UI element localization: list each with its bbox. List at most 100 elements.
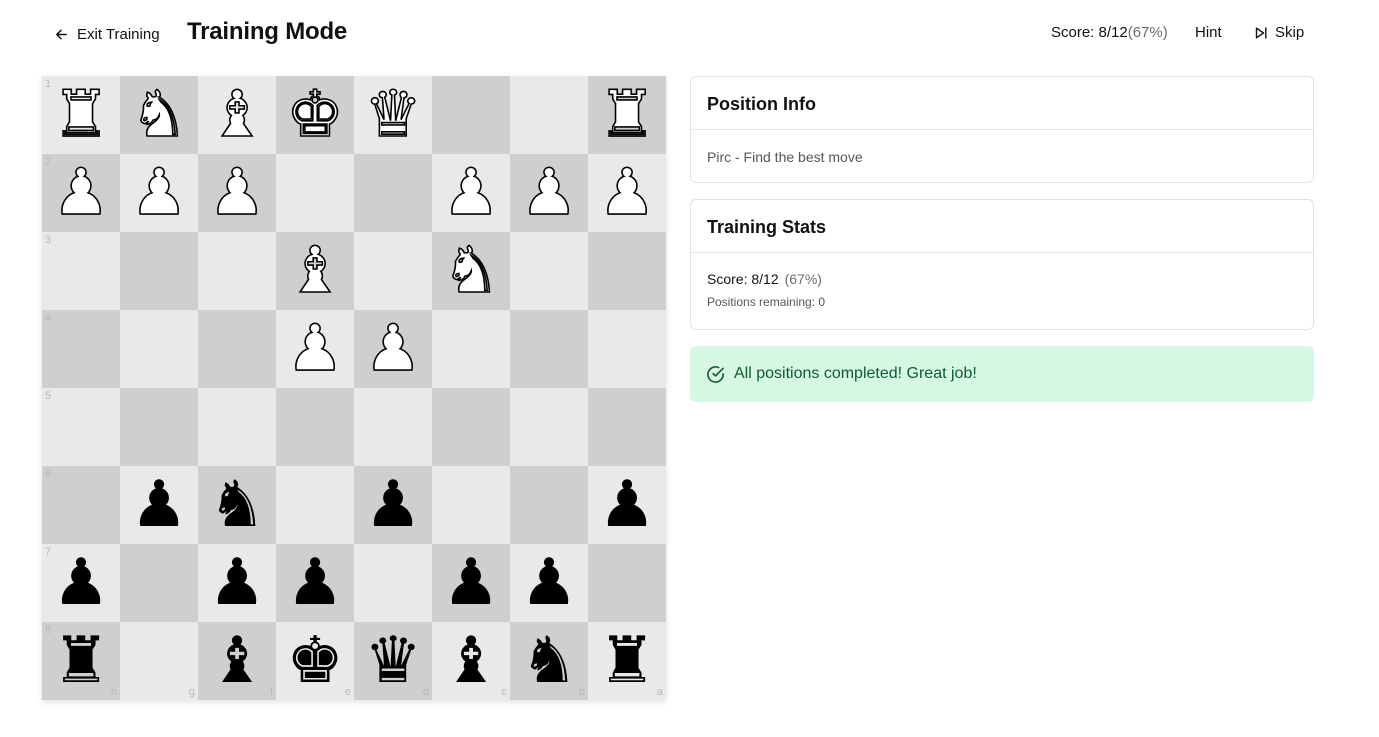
board-square[interactable]: 3 [42, 232, 120, 310]
white-queen-piece[interactable]: ♛ [354, 76, 432, 154]
board-square[interactable]: ♜ [588, 76, 666, 154]
board-square[interactable] [432, 310, 510, 388]
board-square[interactable]: d ♛ [354, 622, 432, 700]
black-pawn-piece[interactable]: ♟ [588, 466, 666, 544]
board-square[interactable]: 8 h ♜ [42, 622, 120, 700]
board-square[interactable] [354, 232, 432, 310]
board-square[interactable] [510, 232, 588, 310]
board-square[interactable] [588, 544, 666, 622]
board-square[interactable]: 4 [42, 310, 120, 388]
board-square[interactable]: ♟ [198, 154, 276, 232]
board-square[interactable]: ♟ [432, 154, 510, 232]
skip-button[interactable]: Skip [1254, 24, 1304, 41]
board-square[interactable] [432, 388, 510, 466]
board-square[interactable]: 7 ♟ [42, 544, 120, 622]
board-square[interactable] [276, 466, 354, 544]
white-bishop-piece[interactable]: ♝ [276, 232, 354, 310]
board-square[interactable]: ♟ [588, 154, 666, 232]
board-square[interactable] [510, 388, 588, 466]
board-square[interactable]: ♟ [120, 466, 198, 544]
white-rook-piece[interactable]: ♜ [588, 76, 666, 154]
board-square[interactable]: 2 ♟ [42, 154, 120, 232]
black-king-piece[interactable]: ♚ [276, 622, 354, 700]
board-square[interactable] [510, 76, 588, 154]
board-square[interactable] [276, 154, 354, 232]
white-pawn-piece[interactable]: ♟ [510, 154, 588, 232]
board-square[interactable]: ♟ [120, 154, 198, 232]
white-pawn-piece[interactable]: ♟ [276, 310, 354, 388]
board-square[interactable]: ♞ [120, 76, 198, 154]
board-square[interactable]: a ♜ [588, 622, 666, 700]
black-pawn-piece[interactable]: ♟ [354, 466, 432, 544]
board-square[interactable] [510, 310, 588, 388]
board-square[interactable]: ♟ [198, 544, 276, 622]
black-pawn-piece[interactable]: ♟ [510, 544, 588, 622]
board-square[interactable] [588, 232, 666, 310]
black-queen-piece[interactable]: ♛ [354, 622, 432, 700]
board-square[interactable]: c ♝ [432, 622, 510, 700]
board-square[interactable] [120, 388, 198, 466]
board-square[interactable] [276, 388, 354, 466]
white-pawn-piece[interactable]: ♟ [432, 154, 510, 232]
board-square[interactable] [354, 544, 432, 622]
white-rook-piece[interactable]: ♜ [42, 76, 120, 154]
board-square[interactable]: ♛ [354, 76, 432, 154]
board-square[interactable] [120, 232, 198, 310]
board-square[interactable]: ♟ [432, 544, 510, 622]
board-square[interactable]: g [120, 622, 198, 700]
board-square[interactable] [432, 466, 510, 544]
black-pawn-piece[interactable]: ♟ [276, 544, 354, 622]
board-square[interactable]: ♟ [510, 154, 588, 232]
board-square[interactable]: 5 [42, 388, 120, 466]
board-square[interactable]: ♞ [432, 232, 510, 310]
white-pawn-piece[interactable]: ♟ [120, 154, 198, 232]
board-square[interactable]: f ♝ [198, 622, 276, 700]
board-square[interactable] [354, 154, 432, 232]
board-square[interactable] [588, 388, 666, 466]
board-square[interactable]: ♞ [198, 466, 276, 544]
white-pawn-piece[interactable]: ♟ [588, 154, 666, 232]
board-square[interactable]: ♝ [276, 232, 354, 310]
white-bishop-piece[interactable]: ♝ [198, 76, 276, 154]
white-knight-piece[interactable]: ♞ [432, 232, 510, 310]
board-square[interactable]: 1 ♜ [42, 76, 120, 154]
board-square[interactable] [510, 466, 588, 544]
black-pawn-piece[interactable]: ♟ [198, 544, 276, 622]
white-knight-piece[interactable]: ♞ [120, 76, 198, 154]
board-square[interactable] [432, 76, 510, 154]
board-square[interactable]: 6 [42, 466, 120, 544]
white-pawn-piece[interactable]: ♟ [354, 310, 432, 388]
board-square[interactable] [198, 232, 276, 310]
board-square[interactable]: e ♚ [276, 622, 354, 700]
board-square[interactable]: ♟ [510, 544, 588, 622]
black-pawn-piece[interactable]: ♟ [42, 544, 120, 622]
board-square[interactable] [198, 310, 276, 388]
white-king-piece[interactable]: ♚ [276, 76, 354, 154]
white-pawn-piece[interactable]: ♟ [42, 154, 120, 232]
black-rook-piece[interactable]: ♜ [588, 622, 666, 700]
black-knight-piece[interactable]: ♞ [510, 622, 588, 700]
exit-training-button[interactable]: Exit Training [54, 22, 160, 46]
black-pawn-piece[interactable]: ♟ [432, 544, 510, 622]
board-square[interactable] [198, 388, 276, 466]
board-square[interactable]: ♟ [276, 310, 354, 388]
chess-board[interactable]: 1 ♜ ♞ ♝ ♚ ♛ ♜ 2 ♟ ♟ ♟ ♟ ♟ ♟ 3 ♝ ♞ 4 ♟ ♟ 5 6 ♟ ♞ ♟ ♟ 7 ♟ ♟ ♟ ♟ ♟ 8 h ♜ g f ♝ e ♚… [42, 76, 666, 700]
white-pawn-piece[interactable]: ♟ [198, 154, 276, 232]
board-square[interactable] [120, 310, 198, 388]
board-square[interactable]: ♟ [588, 466, 666, 544]
board-square[interactable]: ♟ [354, 310, 432, 388]
board-square[interactable] [120, 544, 198, 622]
black-rook-piece[interactable]: ♜ [42, 622, 120, 700]
board-square[interactable]: ♚ [276, 76, 354, 154]
board-square[interactable]: ♝ [198, 76, 276, 154]
black-pawn-piece[interactable]: ♟ [120, 466, 198, 544]
black-bishop-piece[interactable]: ♝ [198, 622, 276, 700]
board-square[interactable] [354, 388, 432, 466]
board-square[interactable]: b ♞ [510, 622, 588, 700]
board-square[interactable] [588, 310, 666, 388]
black-bishop-piece[interactable]: ♝ [432, 622, 510, 700]
board-square[interactable]: ♟ [276, 544, 354, 622]
hint-button[interactable]: Hint [1195, 24, 1222, 41]
black-knight-piece[interactable]: ♞ [198, 466, 276, 544]
board-square[interactable]: ♟ [354, 466, 432, 544]
